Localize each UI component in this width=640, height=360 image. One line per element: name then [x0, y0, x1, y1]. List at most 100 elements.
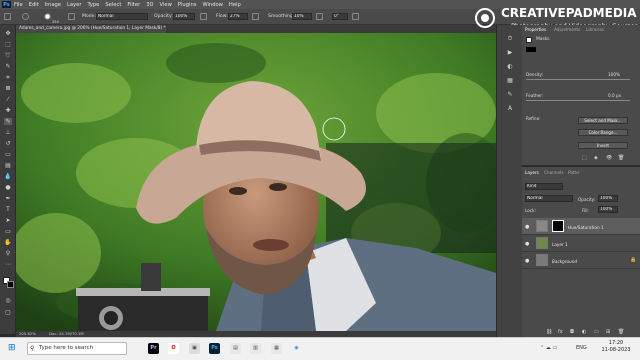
- system-tray-icons[interactable]: ⌃ ☁ ▭: [540, 345, 557, 351]
- lock-icon[interactable]: 🔒: [630, 257, 636, 263]
- link-layers-icon[interactable]: ⛓: [546, 329, 552, 335]
- opacity-field[interactable]: 100%: [173, 13, 195, 20]
- lasso-tool-icon[interactable]: ➰: [4, 52, 12, 59]
- taskbar-search-box[interactable]: Type here to search: [27, 342, 127, 355]
- taskbar-clock[interactable]: 17:20 11-08-2023: [596, 340, 636, 354]
- layer-mask-thumbnail[interactable]: [552, 220, 564, 232]
- layer-filter-kind[interactable]: Kind: [525, 183, 563, 190]
- blur-tool-icon[interactable]: 💧: [4, 173, 12, 180]
- airbrush-icon[interactable]: [252, 13, 259, 20]
- menu-select[interactable]: Select: [105, 2, 121, 8]
- angle-field[interactable]: 0°: [332, 13, 348, 20]
- crop-tool-icon[interactable]: ⌗: [4, 74, 12, 81]
- menu-image[interactable]: Image: [45, 2, 61, 8]
- history-brush-tool-icon[interactable]: ↺: [4, 140, 12, 147]
- swatches-panel-icon[interactable]: ▦: [506, 77, 514, 84]
- apply-mask-icon[interactable]: ◈: [594, 155, 598, 161]
- character-panel-icon[interactable]: A: [506, 105, 514, 112]
- premiere-icon[interactable]: Pr: [148, 343, 159, 354]
- type-tool-icon[interactable]: T: [4, 206, 12, 213]
- fx-icon[interactable]: fx: [558, 329, 563, 335]
- pressure-opacity-icon[interactable]: [200, 13, 207, 20]
- zoom-tool-icon[interactable]: ⚲: [4, 250, 12, 257]
- density-slider[interactable]: [526, 79, 630, 80]
- visibility-icon[interactable]: 👁: [606, 155, 612, 161]
- history-panel-icon[interactable]: ⏱: [506, 35, 514, 42]
- smoothing-options-icon[interactable]: [316, 13, 323, 20]
- chrome-icon[interactable]: ◉: [291, 343, 302, 354]
- menu-filter[interactable]: Filter: [127, 2, 140, 8]
- feather-value[interactable]: 0.0 px: [608, 93, 621, 98]
- eye-icon[interactable]: ●: [525, 241, 529, 247]
- group-icon[interactable]: ▭: [594, 329, 599, 335]
- layer-row-hue-saturation[interactable]: ● Hue/Saturation 1: [522, 218, 640, 235]
- layer-row-layer-1[interactable]: ● Layer 1: [522, 235, 640, 252]
- healing-tool-icon[interactable]: ✚: [4, 107, 12, 114]
- adjustment-icon[interactable]: ◐: [582, 329, 586, 335]
- hand-tool-icon[interactable]: ✋: [4, 239, 12, 246]
- canvas-photo[interactable]: [16, 33, 496, 331]
- zoom-level[interactable]: 205.62%: [19, 331, 36, 336]
- brush-tool-icon[interactable]: [22, 13, 29, 20]
- app-icon[interactable]: ▦: [271, 343, 282, 354]
- pressure-size-icon[interactable]: [352, 13, 359, 20]
- quick-mask-icon[interactable]: ◎: [4, 297, 12, 304]
- brush-preset-icon[interactable]: [44, 13, 51, 20]
- gradient-tool-icon[interactable]: ▤: [4, 162, 12, 169]
- rectangle-tool-icon[interactable]: ▭: [4, 228, 12, 235]
- layer-opacity-field[interactable]: 100%: [598, 195, 618, 202]
- feather-slider[interactable]: [526, 100, 630, 101]
- photoshop-taskbar-icon[interactable]: Ps: [209, 343, 220, 354]
- tab-channels[interactable]: Channels: [544, 170, 563, 175]
- brush-panel-icon[interactable]: ✎: [506, 91, 514, 98]
- menu-3d[interactable]: 3D: [146, 2, 153, 8]
- clone-stamp-tool-icon[interactable]: ⊥: [4, 129, 12, 136]
- app-icon[interactable]: ▤: [230, 343, 241, 354]
- tab-paths[interactable]: Paths: [568, 170, 579, 175]
- pixel-mask-icon[interactable]: [526, 37, 532, 43]
- opera-icon[interactable]: O: [168, 343, 179, 354]
- add-mask-icon[interactable]: ◘: [570, 329, 574, 335]
- frame-tool-icon[interactable]: ⊠: [4, 85, 12, 92]
- move-tool-icon[interactable]: ✥: [4, 30, 12, 37]
- select-and-mask-button[interactable]: Select and Mask...: [578, 117, 628, 124]
- menu-file[interactable]: File: [14, 2, 23, 8]
- menu-plugins[interactable]: Plugins: [178, 2, 197, 8]
- document-tab[interactable]: Adams_and_camera.jpg @ 206% (Hue/Saturat…: [16, 25, 166, 33]
- menu-window[interactable]: Window: [202, 2, 222, 8]
- trash-icon[interactable]: 🗑: [618, 329, 624, 335]
- load-selection-icon[interactable]: ⬚: [582, 155, 587, 161]
- brush-settings-icon[interactable]: [68, 13, 75, 20]
- eye-icon[interactable]: ●: [525, 258, 529, 264]
- dodge-tool-icon[interactable]: ●: [4, 184, 12, 191]
- path-select-tool-icon[interactable]: ➤: [4, 217, 12, 224]
- actions-panel-icon[interactable]: ▶: [506, 49, 514, 56]
- menu-view[interactable]: View: [160, 2, 172, 8]
- menu-help[interactable]: Help: [229, 2, 241, 8]
- background-color-swatch[interactable]: [7, 281, 14, 288]
- smoothing-field[interactable]: 10%: [292, 13, 312, 20]
- windows-start-icon[interactable]: ⊞: [8, 343, 16, 354]
- delete-mask-icon[interactable]: 🗑: [618, 155, 624, 161]
- density-value[interactable]: 100%: [608, 72, 620, 77]
- fill-field[interactable]: 100%: [598, 206, 618, 213]
- invert-button[interactable]: Invert: [578, 142, 628, 149]
- screen-mode-icon[interactable]: ▢: [4, 309, 12, 316]
- blend-mode-select[interactable]: Normal: [525, 195, 573, 202]
- app-icon[interactable]: ▥: [250, 343, 261, 354]
- tab-layers[interactable]: Layers: [525, 170, 539, 175]
- pen-tool-icon[interactable]: ✒: [4, 195, 12, 202]
- brush-tool-icon[interactable]: ✎: [4, 118, 12, 125]
- color-range-button[interactable]: Color Range...: [578, 129, 628, 136]
- eye-icon[interactable]: ●: [525, 224, 529, 230]
- quick-select-tool-icon[interactable]: ✎: [4, 63, 12, 70]
- tab-adjustments[interactable]: Adjustments: [554, 27, 580, 32]
- home-icon[interactable]: [4, 13, 11, 20]
- language-indicator[interactable]: ENG: [576, 345, 587, 351]
- app-icon[interactable]: ▣: [189, 343, 200, 354]
- mode-select[interactable]: Normal: [96, 13, 148, 20]
- tab-libraries[interactable]: Libraries: [586, 27, 604, 32]
- eyedropper-tool-icon[interactable]: ⁄: [4, 96, 12, 103]
- tab-properties[interactable]: Properties: [525, 27, 546, 32]
- menu-type[interactable]: Type: [87, 2, 99, 8]
